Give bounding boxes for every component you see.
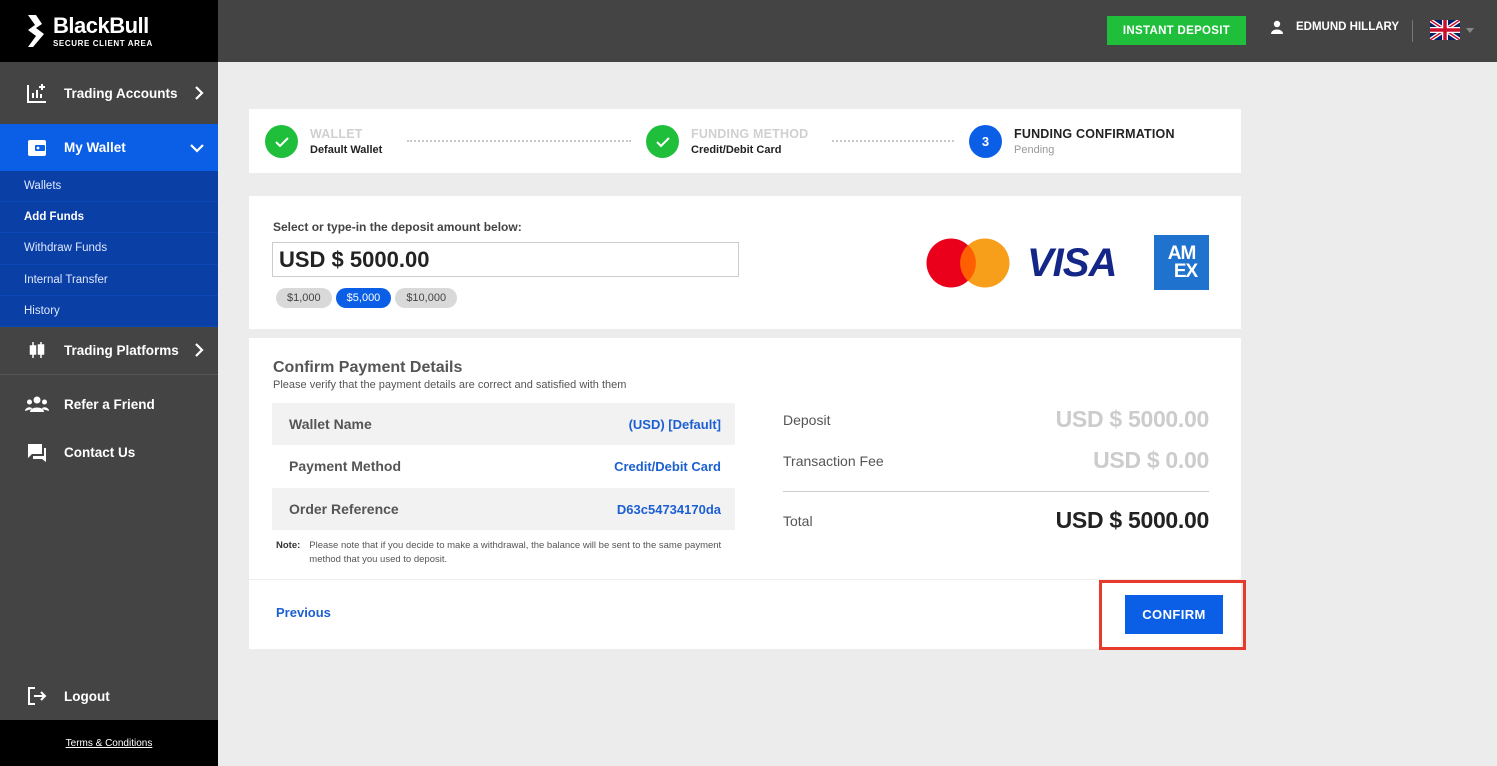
summary-divider xyxy=(783,491,1209,492)
chart-plus-icon xyxy=(25,81,49,105)
card-footer-divider xyxy=(249,579,1241,580)
step-title: FUNDING CONFIRMATION xyxy=(1014,127,1175,141)
detail-value: D63c54734170da xyxy=(616,501,721,517)
detail-key: Wallet Name xyxy=(289,416,372,432)
topbar-divider xyxy=(1412,20,1413,42)
summary-value: USD $ 0.00 xyxy=(1093,447,1209,473)
summary-key: Transaction Fee xyxy=(783,452,884,469)
amount-presets: $1,000 $5,000 $10,000 xyxy=(276,288,458,308)
chevron-right-icon xyxy=(195,86,204,100)
subnav-item-add-funds[interactable]: Add Funds xyxy=(0,202,218,234)
sidebar-item-label: My Wallet xyxy=(64,140,126,155)
check-icon xyxy=(265,125,298,158)
language-caret-icon[interactable] xyxy=(1466,28,1474,33)
note-label: Note: xyxy=(276,540,301,551)
user-name: EDMUND HILLARY xyxy=(1296,21,1400,33)
subnav-item-history[interactable]: History xyxy=(0,296,218,327)
preset-5000-button[interactable]: $5,000 xyxy=(335,288,392,308)
step-connector xyxy=(832,140,954,142)
detail-key: Payment Method xyxy=(289,458,402,474)
sidebar: BlackBull SECURE CLIENT AREA Trading Acc… xyxy=(0,0,218,766)
step-subtitle: Credit/Debit Card xyxy=(691,144,782,156)
summary-key: Deposit xyxy=(783,411,831,428)
blackbull-logo-icon xyxy=(28,15,44,47)
chat-icon xyxy=(25,441,49,465)
step-connector xyxy=(407,140,631,142)
sidebar-item-label: Trading Accounts xyxy=(64,85,178,101)
deposit-amount-card: Select or type-in the deposit amount bel… xyxy=(249,196,1241,329)
detail-value: Credit/Debit Card xyxy=(614,458,721,474)
summary-value: USD $ 5000.00 xyxy=(1055,507,1210,533)
detail-row-payment-method: Payment Method Credit/Debit Card xyxy=(272,445,735,487)
step-subtitle: Pending xyxy=(1014,144,1055,156)
confirm-button[interactable]: CONFIRM xyxy=(1125,595,1223,634)
confirm-subtitle: Please verify that the payment details a… xyxy=(273,379,627,391)
step-subtitle: Default Wallet xyxy=(310,144,383,156)
check-icon xyxy=(646,125,679,158)
wallet-subnav: Wallets Add Funds Withdraw Funds Interna… xyxy=(0,171,218,327)
confirm-title: Confirm Payment Details xyxy=(273,359,463,376)
detail-value: (USD) [Default] xyxy=(628,416,721,432)
summary-key: Total xyxy=(783,512,813,529)
sidebar-item-label: Refer a Friend xyxy=(64,397,155,413)
instant-deposit-button[interactable]: INSTANT DEPOSIT xyxy=(1107,16,1246,45)
amex-logo-icon: AM EX xyxy=(1154,235,1209,290)
chevron-right-icon xyxy=(195,343,204,358)
user-menu[interactable]: EDMUND HILLARY xyxy=(1270,20,1399,34)
terms-footer: Terms & Conditions xyxy=(0,720,218,766)
user-icon xyxy=(1271,20,1283,34)
logout-icon xyxy=(25,684,49,708)
wallet-icon xyxy=(25,136,49,160)
step-funding-method: FUNDING METHOD Credit/Debit Card xyxy=(646,125,808,158)
mastercard-logo-icon xyxy=(926,238,1010,288)
sidebar-item-contact-us[interactable]: Contact Us xyxy=(0,429,218,477)
logout-label: Logout xyxy=(64,688,110,704)
amount-input[interactable]: USD $ 5000.00 xyxy=(272,242,739,277)
step-title: WALLET xyxy=(310,127,363,141)
step-wallet: WALLET Default Wallet xyxy=(265,125,382,158)
subnav-item-internal-transfer[interactable]: Internal Transfer xyxy=(0,265,218,296)
brand-subtitle: SECURE CLIENT AREA xyxy=(53,38,153,48)
step-title: FUNDING METHOD xyxy=(691,127,809,141)
preset-10000-button[interactable]: $10,000 xyxy=(395,288,458,308)
candlestick-icon xyxy=(25,338,49,362)
brand-name: BlackBull xyxy=(53,12,149,38)
chevron-down-icon xyxy=(190,143,204,153)
preset-1000-button[interactable]: $1,000 xyxy=(276,288,332,308)
step-number: 3 xyxy=(969,125,1002,158)
detail-row-wallet-name: Wallet Name (USD) [Default] xyxy=(272,403,735,445)
subnav-item-wallets[interactable]: Wallets xyxy=(0,171,218,203)
sidebar-item-label: Contact Us xyxy=(64,445,136,461)
sidebar-item-trading-platforms[interactable]: Trading Platforms xyxy=(0,327,218,375)
terms-link[interactable]: Terms & Conditions xyxy=(66,738,153,749)
logout-button[interactable]: Logout xyxy=(0,672,218,720)
detail-key: Order Reference xyxy=(289,501,399,517)
summary-deposit: Deposit USD $ 5000.00 xyxy=(783,406,1209,433)
withdrawal-note: Note: Please note that if you decide to … xyxy=(276,539,726,567)
sidebar-item-refer-a-friend[interactable]: Refer a Friend xyxy=(0,381,218,429)
confirm-payment-card: Confirm Payment Details Please verify th… xyxy=(249,338,1241,649)
summary-total: Total USD $ 5000.00 xyxy=(783,507,1209,534)
people-icon xyxy=(25,393,49,417)
logo[interactable]: BlackBull SECURE CLIENT AREA xyxy=(0,0,218,62)
sidebar-item-label: Trading Platforms xyxy=(64,342,179,358)
subnav-item-withdraw-funds[interactable]: Withdraw Funds xyxy=(0,233,218,265)
uk-flag-icon[interactable] xyxy=(1430,20,1460,40)
top-bar: INSTANT DEPOSIT EDMUND HILLARY xyxy=(218,0,1497,62)
previous-link[interactable]: Previous xyxy=(276,605,331,620)
sidebar-item-my-wallet[interactable]: My Wallet xyxy=(0,124,218,171)
funding-stepper: WALLET Default Wallet FUNDING METHOD Cre… xyxy=(249,109,1241,173)
summary-value: USD $ 5000.00 xyxy=(1055,406,1210,432)
summary-transaction-fee: Transaction Fee USD $ 0.00 xyxy=(783,447,1209,474)
visa-logo: VISA xyxy=(1027,241,1117,285)
sidebar-item-trading-accounts[interactable]: Trading Accounts xyxy=(0,62,218,124)
amount-label: Select or type-in the deposit amount bel… xyxy=(273,220,522,234)
step-funding-confirmation: 3 FUNDING CONFIRMATION Pending xyxy=(969,125,1175,158)
note-text: Please note that if you decide to make a… xyxy=(309,540,722,565)
detail-row-order-reference: Order Reference D63c54734170da xyxy=(272,488,735,530)
